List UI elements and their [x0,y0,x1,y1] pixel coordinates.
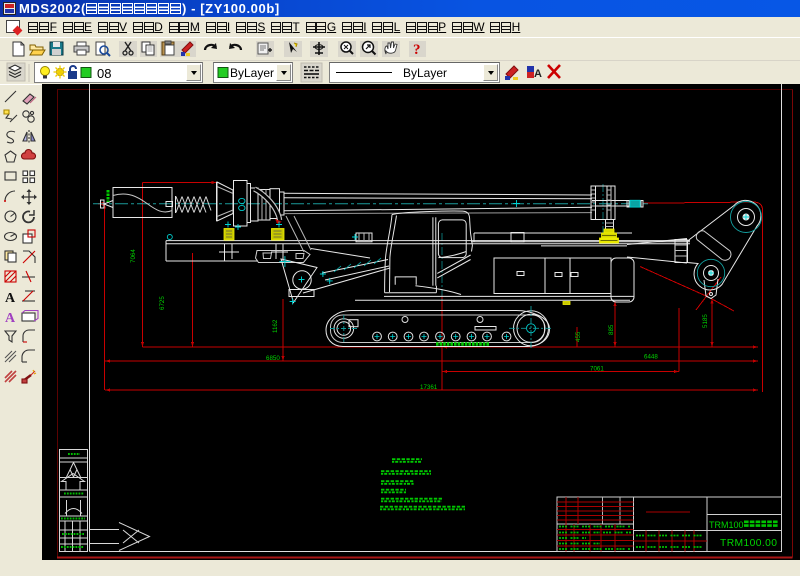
svg-text:A: A [5,311,16,326]
svg-text:6850: 6850 [266,355,280,362]
svg-text:455: 455 [575,331,582,342]
svg-text:1162: 1162 [272,319,279,333]
svg-text:885: 885 [608,324,615,335]
svg-text:08: 08 [97,66,111,81]
svg-text:7061: 7061 [590,366,604,373]
svg-text:TRM100.00: TRM100.00 [720,538,777,549]
svg-text:5185: 5185 [702,314,709,328]
svg-text:A: A [5,291,16,306]
svg-text:A: A [534,68,542,80]
svg-text:TRM100: TRM100 [709,520,744,530]
svg-text:6448: 6448 [644,354,658,361]
svg-text:?: ? [413,42,421,58]
svg-text:17361: 17361 [420,384,438,391]
svg-text:7064: 7064 [130,249,137,263]
svg-text:6725: 6725 [159,296,166,310]
